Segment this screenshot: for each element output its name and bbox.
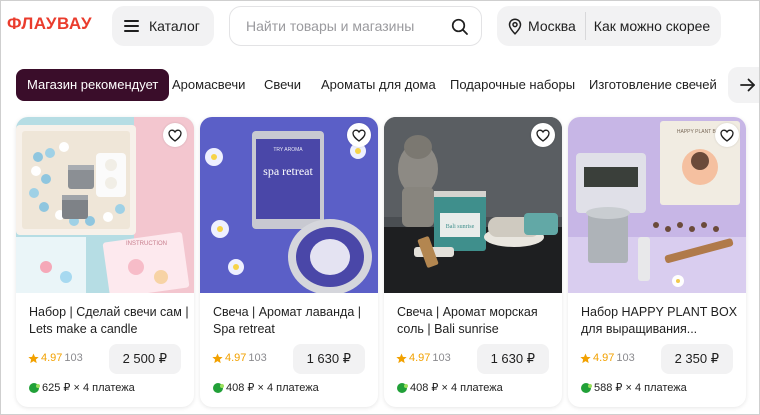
location-pin-icon <box>508 17 522 35</box>
product-title: Набор HAPPY PLANT BOX для выращивания... <box>581 304 741 338</box>
price-button[interactable]: 2 500 ₽ <box>108 344 181 374</box>
product-title: Набор | Сделай свечи сам | Lets make a c… <box>29 304 189 338</box>
logo[interactable]: ФЛАУВАУ <box>7 14 92 34</box>
price-button[interactable]: 1 630 ₽ <box>292 344 365 374</box>
review-count: 103 <box>248 352 267 364</box>
installment-info: 408 ₽ × 4 платежа <box>397 381 503 394</box>
product-title-line: соль | Bali sunrise <box>397 322 499 336</box>
category-chip-home-scents[interactable]: Ароматы для дома <box>321 69 436 101</box>
product-rating: 4.97 103 <box>28 352 83 364</box>
product-label-text: Bali sunrise <box>446 224 475 230</box>
star-icon <box>580 352 591 363</box>
product-label-text: spa retreat <box>263 164 313 178</box>
price-button[interactable]: 2 350 ₽ <box>660 344 733 374</box>
product-image: INSTRUCTION <box>16 117 194 293</box>
product-card[interactable]: INSTRUCTION Набор | Сделай свечи сам | L… <box>16 117 194 407</box>
installment-text: 588 ₽ × 4 платежа <box>594 382 687 394</box>
city-label: Москва <box>528 18 576 34</box>
scroll-right-button[interactable] <box>728 67 759 103</box>
installment-info: 588 ₽ × 4 платежа <box>581 381 687 394</box>
installment-text: 408 ₽ × 4 платежа <box>410 382 503 394</box>
split-payment-icon <box>29 382 40 393</box>
review-count: 103 <box>616 352 635 364</box>
category-chip-candles[interactable]: Свечи <box>264 69 301 101</box>
split-payment-icon <box>397 382 408 393</box>
star-icon <box>28 352 39 363</box>
heart-icon <box>168 129 182 142</box>
heart-icon <box>720 129 734 142</box>
installment-info: 625 ₽ × 4 платежа <box>29 381 135 394</box>
installment-text: 625 ₽ × 4 платежа <box>42 382 135 394</box>
product-title-line: Свеча | Аромат лаванда | <box>213 305 361 319</box>
product-image: HAPPY PLANT BOX <box>568 117 746 293</box>
category-bar: Магазин рекомендует Аромасвечи Свечи Аро… <box>1 67 759 103</box>
category-chip-candle-making[interactable]: Изготовление свечей <box>589 69 717 101</box>
split-payment-icon <box>581 382 592 393</box>
installment-info: 408 ₽ × 4 платежа <box>213 381 319 394</box>
category-chip-shop-recommends[interactable]: Магазин рекомендует <box>16 69 170 101</box>
product-card[interactable]: Bali sunrise Свеча | Аромат морская соль… <box>384 117 562 407</box>
product-title: Свеча | Аромат лаванда | Spa retreat <box>213 304 373 338</box>
category-chip-aroma-candles[interactable]: Аромасвечи <box>172 69 245 101</box>
search-icon[interactable] <box>451 18 469 36</box>
location-bar: Москва Как можно скорее <box>497 6 721 46</box>
review-count: 103 <box>64 352 83 364</box>
catalog-label: Каталог <box>149 18 200 34</box>
product-title-line: Свеча | Аромат морская <box>397 305 538 319</box>
installment-text: 408 ₽ × 4 платежа <box>226 382 319 394</box>
favorite-button[interactable] <box>347 123 371 147</box>
search-input[interactable] <box>246 18 446 34</box>
product-card[interactable]: TRY AROMA spa retreat Свеча | Аромат лав… <box>200 117 378 407</box>
header: ФЛАУВАУ Каталог Москва Как можно скорее <box>1 1 759 53</box>
star-icon <box>212 352 223 363</box>
menu-icon <box>124 20 139 32</box>
rating-value: 4.97 <box>225 352 247 364</box>
catalog-button[interactable]: Каталог <box>112 6 214 46</box>
review-count: 103 <box>432 352 451 364</box>
favorite-button[interactable] <box>163 123 187 147</box>
city-selector[interactable]: Москва <box>497 6 585 46</box>
arrow-right-icon <box>740 78 755 92</box>
product-title: Свеча | Аромат морская соль | Bali sunri… <box>397 304 557 338</box>
product-rating: 4.97 103 <box>212 352 267 364</box>
split-payment-icon <box>213 382 224 393</box>
delivery-time-selector[interactable]: Как можно скорее <box>586 18 710 34</box>
heart-icon <box>536 129 550 142</box>
product-title-line: Набор | Сделай свечи сам | <box>29 305 189 319</box>
category-chip-gift-sets[interactable]: Подарочные наборы <box>450 69 575 101</box>
favorite-button[interactable] <box>531 123 555 147</box>
product-image: Bali sunrise <box>384 117 562 293</box>
heart-icon <box>352 129 366 142</box>
svg-text:INSTRUCTION: INSTRUCTION <box>126 241 167 247</box>
product-title-line: Lets make a candle <box>29 322 138 336</box>
search-box <box>229 6 482 46</box>
product-rating: 4.97 103 <box>396 352 451 364</box>
product-image: TRY AROMA spa retreat <box>200 117 378 293</box>
rating-value: 4.97 <box>593 352 615 364</box>
product-rating: 4.97 103 <box>580 352 635 364</box>
rating-value: 4.97 <box>41 352 63 364</box>
product-title-line: Набор HAPPY PLANT BOX <box>581 305 738 319</box>
price-button[interactable]: 1 630 ₽ <box>476 344 549 374</box>
product-title-line: Spa retreat <box>213 322 275 336</box>
rating-value: 4.97 <box>409 352 431 364</box>
product-title-line: для выращивания... <box>581 322 698 336</box>
product-card[interactable]: HAPPY PLANT BOX Набор HAPPY PLANT BOX дл… <box>568 117 746 407</box>
favorite-button[interactable] <box>715 123 739 147</box>
star-icon <box>396 352 407 363</box>
brand-text: TRY AROMA <box>273 147 303 153</box>
page: ФЛАУВАУ Каталог Москва Как можно скорее <box>0 0 760 415</box>
